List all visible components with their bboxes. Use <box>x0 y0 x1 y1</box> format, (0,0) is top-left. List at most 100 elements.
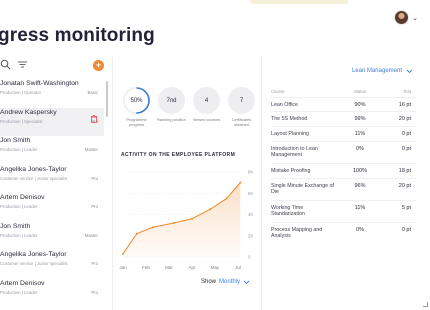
table-row[interactable]: Working Time Standarization 11% 5 pt <box>271 200 417 222</box>
list-item[interactable]: Jon Smith Production | Leader Master <box>0 136 104 165</box>
user-menu[interactable]: ⌄ <box>394 10 418 25</box>
show-selector[interactable]: Show Monthly <box>201 279 250 285</box>
user-avatar[interactable] <box>394 10 410 25</box>
employee-name: Jon Smith <box>0 222 31 230</box>
stat-label: Programme progress <box>126 117 147 127</box>
y-tick-label: 4h <box>248 212 254 217</box>
employee-role: Production | Specialist <box>0 118 43 124</box>
data-point <box>209 208 212 211</box>
course-status: 90% <box>354 102 366 108</box>
stat-item: 4 Viewed courses <box>189 87 224 127</box>
list-item[interactable]: Artem Denisov Production | Leader Pro <box>0 279 104 308</box>
list-item[interactable]: Angelika Jones-Taylor Customer service | … <box>0 165 104 194</box>
resize-handle[interactable] <box>423 302 428 307</box>
employee-role: Customer service | Junior specialist <box>0 175 68 181</box>
employee-level: Pro <box>91 175 98 181</box>
table-header: Course Status Test <box>271 87 417 97</box>
filter-icon[interactable] <box>17 59 28 70</box>
department-value[interactable]: Lean Management <box>352 68 402 74</box>
employee-role: Production | Leader <box>0 147 38 152</box>
table-row[interactable]: Lean Office 90% 16 pt <box>271 97 417 111</box>
col-test: Test <box>403 89 411 94</box>
employee-name: Artem Denisov <box>0 279 45 287</box>
x-tick-label: May <box>211 265 220 270</box>
trash-icon[interactable] <box>90 110 98 128</box>
course-status: 96% <box>354 183 366 189</box>
add-employee-button[interactable]: + <box>93 60 104 71</box>
stat-value: 50% <box>130 97 143 104</box>
employee-role: Production | Leader <box>0 204 38 209</box>
data-point <box>191 217 193 220</box>
list-item[interactable]: Andrew Kaspersky Production | Specialist P… <box>0 107 104 136</box>
stat-ring: 7 <box>228 87 255 114</box>
search-icon[interactable] <box>0 59 11 70</box>
course-status: 100% <box>352 168 368 174</box>
list-item[interactable]: Jonatan Swift-Washington Production | Ope… <box>0 79 104 108</box>
employee-list-panel: + Jonatan Swift-Washington Production | O… <box>0 55 110 310</box>
table-row[interactable]: Introduction to Lean Management 0% 0 pt <box>271 141 417 163</box>
chevron-down-icon[interactable]: ⌄ <box>412 14 418 22</box>
y-tick-label: 6h <box>248 191 254 196</box>
employee-role: Production | Leader <box>0 289 38 295</box>
stats-row: 50% Programme progress 7nd Ranking position… <box>119 87 259 127</box>
employee-role: Production | Leader <box>0 232 38 238</box>
stat-ring: 7nd <box>158 87 185 114</box>
x-tick-label: Apr <box>188 265 196 270</box>
course-name: Single Minute Exchange of Die <box>271 183 335 196</box>
employee-role: Customer service | Junior specialist <box>0 261 68 266</box>
col-status: Status <box>354 89 366 94</box>
data-point <box>151 226 154 229</box>
chevron-down-icon[interactable] <box>406 69 413 74</box>
course-name: Working Time Standarization <box>271 205 305 218</box>
course-name: Introduction to Lean Management <box>271 146 318 159</box>
course-test: 20 pt <box>398 116 411 122</box>
course-status: 11% <box>354 131 366 137</box>
stat-ring: 4 <box>193 87 220 114</box>
activity-chart: 0 2h 4h 6h 8h Jan Feb Mar Apr May Jul <box>119 170 254 271</box>
y-tick-label: 8h <box>248 170 254 175</box>
table-row[interactable]: Layout Planning 11% 0 pt <box>271 126 417 141</box>
data-point <box>135 232 138 235</box>
course-test: 18 pt <box>398 168 411 174</box>
top-notch <box>250 0 348 4</box>
list-item[interactable]: Angelika Jones-Taylor Customer service | … <box>0 250 104 279</box>
course-test: 0 pt <box>401 227 411 233</box>
course-status: 0% <box>356 146 364 152</box>
chevron-down-icon[interactable] <box>243 280 250 285</box>
employee-name: Jon Smith <box>0 137 31 144</box>
data-point <box>225 197 228 200</box>
table-row[interactable]: Process Mapping and Analysis 0% 0 pt <box>271 222 417 244</box>
table-row[interactable]: Mistake Proofing 100% 18 pt <box>271 163 417 178</box>
course-test: 16 pt <box>398 102 411 108</box>
data-point <box>172 222 175 224</box>
stat-label: Viewed courses <box>192 117 221 122</box>
y-tick-label: 0 <box>248 255 251 260</box>
employee-level: Master <box>84 147 98 152</box>
list-item[interactable]: Jon Smith Production | Leader Master <box>0 222 104 251</box>
department-select[interactable]: Lean Management <box>352 68 413 74</box>
course-test: 0 pt <box>401 146 411 152</box>
courses-table: Course Status Test Lean Office 90% 16 pt Th… <box>271 87 417 244</box>
stat-item: 7nd Ranking position <box>154 87 189 127</box>
x-tick-label: Jul <box>235 265 241 270</box>
list-scrollbar[interactable] <box>106 81 108 117</box>
employee-level: Pro <box>91 261 98 266</box>
employee-list: Jonatan Swift-Washington Production | Ope… <box>0 79 104 307</box>
stat-ring: 50% <box>123 87 150 114</box>
show-label: Show <box>201 279 217 285</box>
stat-value: 7 <box>239 97 244 104</box>
employee-name: Jonatan Swift-Washington <box>0 80 79 87</box>
employee-name: Artem Denisov <box>0 194 45 201</box>
x-tick-label: Mar <box>165 265 173 270</box>
courses-panel: Lean Management Course Status Test Lean … <box>262 57 430 310</box>
show-value[interactable]: Monthly <box>219 279 240 285</box>
employee-name: Angelika Jones-Taylor <box>0 251 67 258</box>
x-tick-label: Jan <box>119 265 127 270</box>
page-title: gress monitoring <box>0 25 155 46</box>
list-item[interactable]: Artem Denisov Production | Leader Pro <box>0 193 104 222</box>
col-course: Course <box>271 89 285 94</box>
table-row[interactable]: The 5S Method 99% 20 pt <box>271 111 417 126</box>
course-name: Lean Office <box>271 102 298 108</box>
table-row[interactable]: Single Minute Exchange of Die 96% 20 pt <box>271 178 417 200</box>
employee-level: Basic <box>87 90 98 95</box>
